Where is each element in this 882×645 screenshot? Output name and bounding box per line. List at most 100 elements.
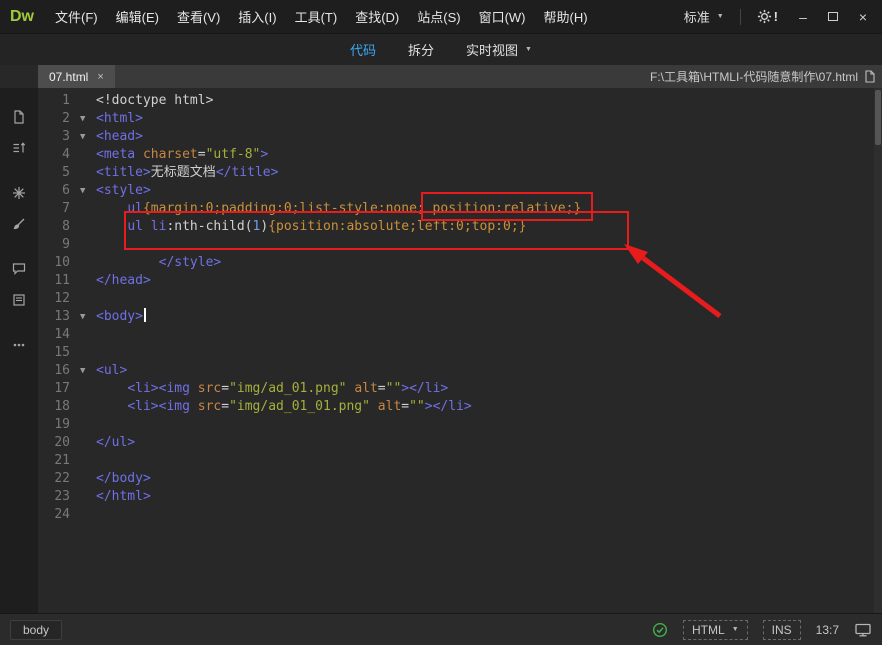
fold-arrow-icon[interactable]: ▼ bbox=[80, 110, 96, 128]
code-line[interactable]: 2▼<html> bbox=[38, 110, 882, 128]
menu-item[interactable]: 工具(T) bbox=[286, 0, 347, 33]
code-text bbox=[96, 344, 882, 362]
preview-monitor-icon[interactable] bbox=[854, 622, 872, 638]
menubar-right: 标准 ▼ ! – bbox=[674, 0, 878, 33]
code-line[interactable]: 13▼<body> bbox=[38, 308, 882, 326]
chevron-down-icon: ▼ bbox=[732, 626, 739, 633]
code-line[interactable]: 20</ul> bbox=[38, 434, 882, 452]
fold-spacer bbox=[80, 398, 96, 416]
notes-icon[interactable] bbox=[6, 287, 32, 313]
fold-arrow-icon[interactable]: ▼ bbox=[80, 362, 96, 380]
code-text: <title>无标题文档</title> bbox=[96, 164, 882, 182]
code-text: </body> bbox=[96, 470, 882, 488]
view-mode-tab[interactable]: 拆分 bbox=[408, 40, 434, 59]
more-icon[interactable] bbox=[6, 332, 32, 358]
view-mode-label: 拆分 bbox=[408, 40, 434, 59]
fold-arrow-icon[interactable]: ▼ bbox=[80, 182, 96, 200]
related-file-icon[interactable] bbox=[864, 70, 876, 83]
code-line[interactable]: 9 bbox=[38, 236, 882, 254]
code-line[interactable]: 18 <li><img src="img/ad_01_01.png" alt="… bbox=[38, 398, 882, 416]
cursor-position: 13:7 bbox=[816, 623, 839, 637]
code-text: <html> bbox=[96, 110, 882, 128]
vertical-scrollbar[interactable] bbox=[874, 88, 882, 613]
code-text: <meta charset="utf-8"> bbox=[96, 146, 882, 164]
comment-icon[interactable] bbox=[6, 256, 32, 282]
menu-item[interactable]: 查看(V) bbox=[168, 0, 229, 33]
code-line[interactable]: 21 bbox=[38, 452, 882, 470]
sort-arrows-icon[interactable] bbox=[6, 135, 32, 161]
view-mode-tab[interactable]: 代码 bbox=[350, 40, 376, 59]
code-line[interactable]: 6▼<style> bbox=[38, 182, 882, 200]
maximize-button[interactable] bbox=[818, 0, 848, 33]
file-icon[interactable] bbox=[6, 104, 32, 130]
code-line[interactable]: 19 bbox=[38, 416, 882, 434]
menu-item[interactable]: 窗口(W) bbox=[470, 0, 535, 33]
code-line[interactable]: 17 <li><img src="img/ad_01.png" alt=""><… bbox=[38, 380, 882, 398]
code-line[interactable]: 3▼<head> bbox=[38, 128, 882, 146]
minimize-button[interactable]: – bbox=[788, 0, 818, 33]
tag-selector[interactable]: body bbox=[10, 620, 62, 640]
code-line[interactable]: 1<!doctype html> bbox=[38, 92, 882, 110]
menu-item[interactable]: 编辑(E) bbox=[107, 0, 168, 33]
dreamweaver-window: Dw 文件(F)编辑(E)查看(V)插入(I)工具(T)查找(D)站点(S)窗口… bbox=[0, 0, 882, 645]
ins-mode-indicator[interactable]: INS bbox=[763, 620, 801, 640]
code-text bbox=[96, 326, 882, 344]
code-text: </head> bbox=[96, 272, 882, 290]
doctype-dropdown[interactable]: HTML ▼ bbox=[683, 620, 748, 640]
code-line[interactable]: 10 </style> bbox=[38, 254, 882, 272]
code-line[interactable]: 14 bbox=[38, 326, 882, 344]
line-number: 3 bbox=[38, 128, 80, 146]
code-line[interactable]: 15 bbox=[38, 344, 882, 362]
code-text bbox=[96, 416, 882, 434]
code-line[interactable]: 5<title>无标题文档</title> bbox=[38, 164, 882, 182]
settings-button[interactable]: ! bbox=[747, 9, 788, 24]
document-tab[interactable]: 07.html × bbox=[38, 65, 115, 88]
line-number: 20 bbox=[38, 434, 80, 452]
tab-bar-spacer bbox=[0, 65, 38, 88]
line-number: 17 bbox=[38, 380, 80, 398]
code-line[interactable]: 11</head> bbox=[38, 272, 882, 290]
code-line[interactable]: 8 ul li:nth-child(1){position:absolute;l… bbox=[38, 218, 882, 236]
line-number: 7 bbox=[38, 200, 80, 218]
menu-item[interactable]: 查找(D) bbox=[346, 0, 408, 33]
tab-label: 07.html bbox=[49, 70, 88, 84]
code-line[interactable]: 24 bbox=[38, 506, 882, 524]
divider bbox=[740, 9, 741, 25]
menu-item[interactable]: 插入(I) bbox=[229, 0, 285, 33]
line-number: 24 bbox=[38, 506, 80, 524]
fold-arrow-icon[interactable]: ▼ bbox=[80, 128, 96, 146]
code-line[interactable]: 22</body> bbox=[38, 470, 882, 488]
fold-spacer bbox=[80, 254, 96, 272]
tab-close-icon[interactable]: × bbox=[97, 71, 103, 83]
code-line[interactable]: 7 ul{margin:0;padding:0;list-style:none;… bbox=[38, 200, 882, 218]
fold-arrow-icon[interactable]: ▼ bbox=[80, 308, 96, 326]
ins-label: INS bbox=[772, 623, 792, 637]
asterisk-icon[interactable] bbox=[6, 180, 32, 206]
fold-spacer bbox=[80, 470, 96, 488]
code-text bbox=[96, 236, 882, 254]
menu-item[interactable]: 文件(F) bbox=[46, 0, 107, 33]
code-line[interactable]: 23</html> bbox=[38, 488, 882, 506]
scrollbar-thumb[interactable] bbox=[875, 90, 881, 145]
view-mode-tab[interactable]: 实时视图▼ bbox=[466, 40, 532, 59]
code-line[interactable]: 4<meta charset="utf-8"> bbox=[38, 146, 882, 164]
tab-bar: 07.html × F:\工具箱\HTMLI-代码随意制作\07.html bbox=[0, 65, 882, 88]
fold-spacer bbox=[80, 164, 96, 182]
workspace-dropdown[interactable]: 标准 ▼ bbox=[674, 7, 734, 26]
fold-spacer bbox=[80, 290, 96, 308]
code-line[interactable]: 16▼<ul> bbox=[38, 362, 882, 380]
code-text: <ul> bbox=[96, 362, 882, 380]
close-button[interactable]: × bbox=[848, 0, 878, 33]
fold-spacer bbox=[80, 92, 96, 110]
menu-item[interactable]: 站点(S) bbox=[408, 0, 469, 33]
fold-spacer bbox=[80, 146, 96, 164]
chevron-down-icon: ▼ bbox=[525, 46, 532, 53]
code-text: <style> bbox=[96, 182, 882, 200]
line-number: 13 bbox=[38, 308, 80, 326]
brush-icon[interactable] bbox=[6, 211, 32, 237]
menu-item[interactable]: 帮助(H) bbox=[535, 0, 597, 33]
file-path: F:\工具箱\HTMLI-代码随意制作\07.html bbox=[650, 68, 858, 85]
fold-spacer bbox=[80, 434, 96, 452]
code-line[interactable]: 12 bbox=[38, 290, 882, 308]
code-editor[interactable]: 1<!doctype html>2▼<html>3▼<head>4<meta c… bbox=[38, 88, 882, 613]
